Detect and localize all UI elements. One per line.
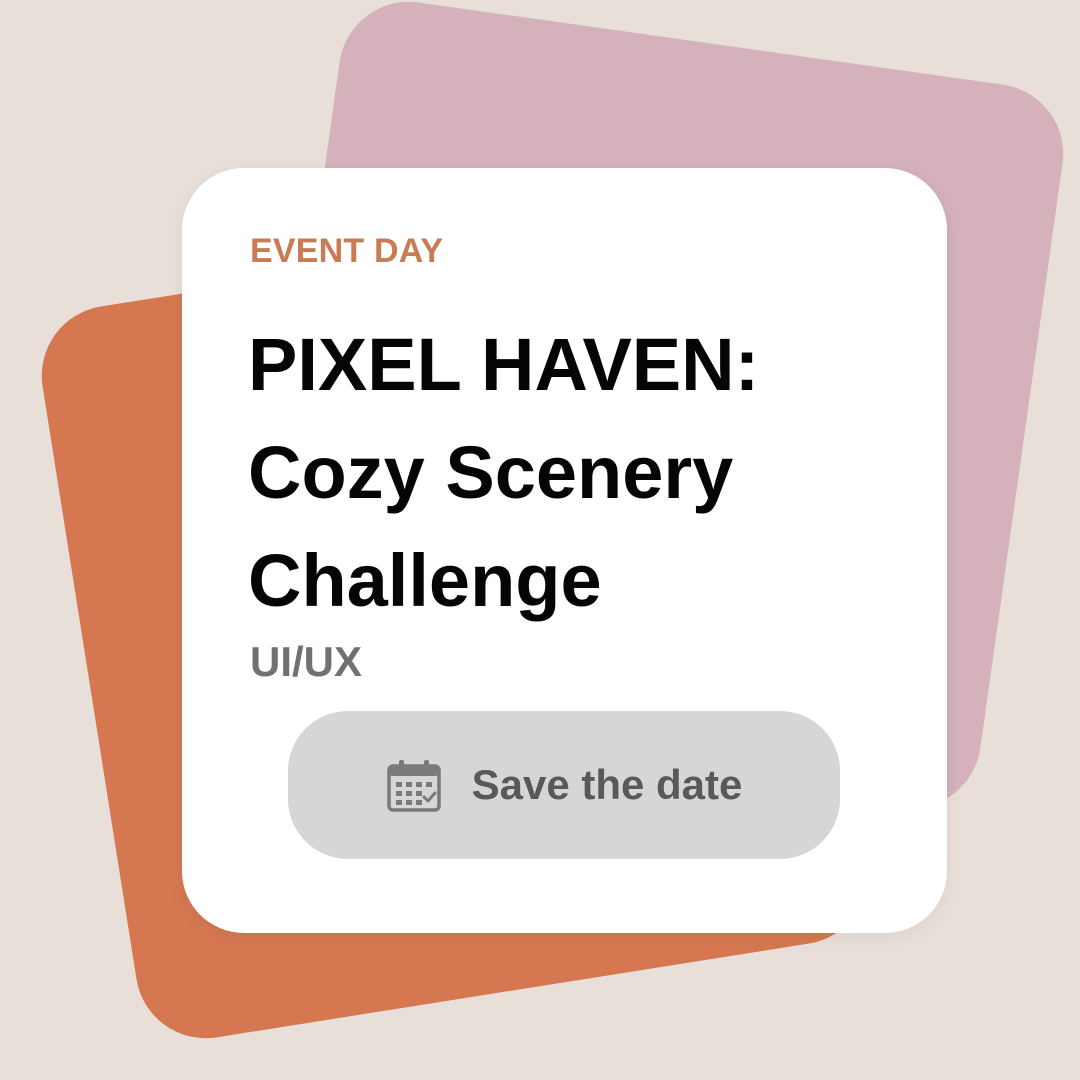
event-card: EVENT DAY PIXEL HAVEN: Cozy Scenery Chal… [182,168,947,933]
event-title-line: Challenge [248,539,602,622]
save-the-date-label: Save the date [471,761,743,808]
event-title-line: Cozy Scenery [248,431,734,514]
event-title: PIXEL HAVEN: Cozy Scenery Challenge [248,311,908,635]
event-title-line: PIXEL HAVEN: [248,323,760,406]
calendar-icon [386,760,441,812]
event-eyebrow: EVENT DAY [250,232,444,270]
save-the-date-button[interactable]: Save the date [288,711,840,859]
event-category: UI/UX [250,638,363,685]
